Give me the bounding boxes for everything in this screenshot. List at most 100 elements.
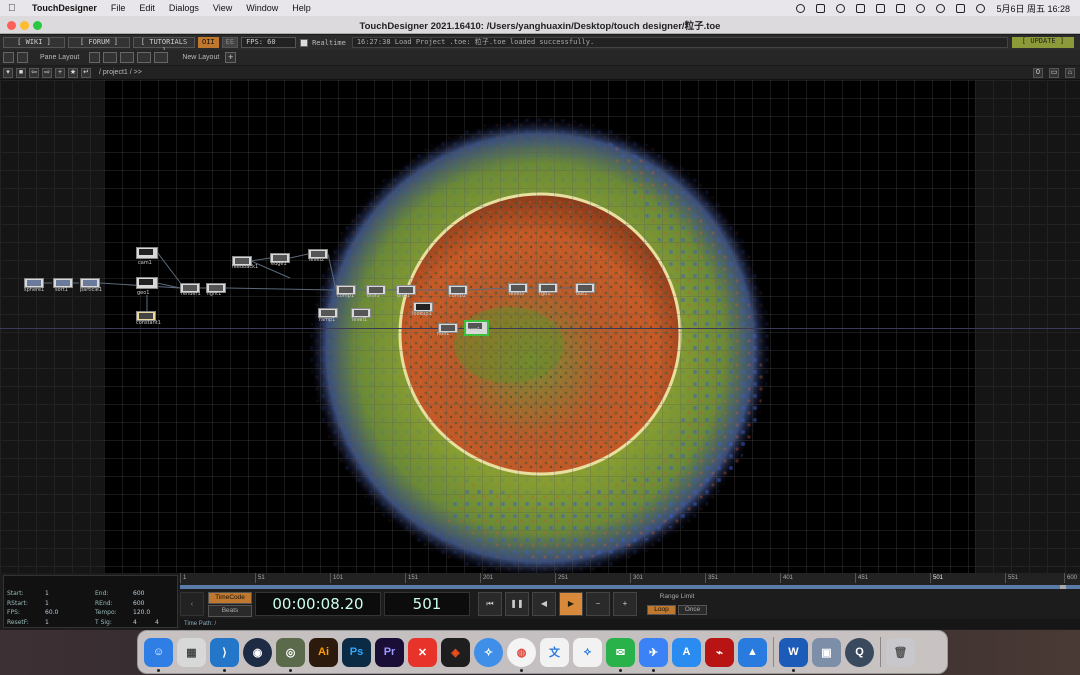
layout-split-icon[interactable] xyxy=(103,52,118,63)
spotlight-search-icon[interactable] xyxy=(936,3,946,13)
beats-mode-button[interactable]: Beats xyxy=(208,604,252,617)
control-center-icon[interactable] xyxy=(956,3,966,13)
ee-toggle[interactable]: EE xyxy=(221,37,239,48)
feishu-status-icon[interactable] xyxy=(816,3,826,13)
fps-info-value[interactable]: 60.0 xyxy=(45,609,65,617)
dock-photoshop-icon[interactable]: Ps xyxy=(342,637,371,667)
menu-window[interactable]: Window xyxy=(246,3,278,13)
clock[interactable]: 5月6日 周五 16:28 xyxy=(996,2,1070,15)
resetf-value[interactable]: 1 xyxy=(45,619,65,627)
layout-triple-icon[interactable] xyxy=(137,52,152,63)
new-layout-label[interactable]: New Layout xyxy=(182,54,219,61)
pane-image-icon[interactable] xyxy=(3,52,14,63)
rend-value[interactable]: 600 xyxy=(133,600,153,608)
pane-options-icon[interactable]: ▭ xyxy=(1049,68,1059,78)
layout-single-icon[interactable] xyxy=(89,52,101,63)
close-window-button[interactable] xyxy=(7,21,16,30)
dock-feishu-icon[interactable]: ✈ xyxy=(639,637,668,672)
timecode-mode-button[interactable]: TimeCode xyxy=(208,591,252,604)
dock-vscode-icon[interactable]: ⟩ xyxy=(210,637,239,672)
step-back-icon[interactable]: − xyxy=(586,592,610,616)
end-value[interactable]: 600 xyxy=(133,590,153,598)
dock-baidu-netdisk-icon[interactable]: ⟡ xyxy=(573,637,602,667)
menu-dialogs[interactable]: Dialogs xyxy=(169,3,199,13)
dock-lanhu-icon[interactable]: ▲ xyxy=(738,637,767,667)
bookmark-star-icon[interactable]: ★ xyxy=(68,67,78,78)
dock-safari-icon[interactable]: ✧ xyxy=(474,637,503,667)
timeline-ruler[interactable]: 1 51 101 151 201 251 301 351 401 451 501… xyxy=(180,573,1080,585)
once-button[interactable]: Once xyxy=(678,605,707,615)
pane-network-icon[interactable] xyxy=(17,52,28,63)
menu-app-name[interactable]: TouchDesigner xyxy=(32,3,97,13)
path-value-field[interactable]: 0 xyxy=(1033,68,1043,78)
menu-file[interactable]: File xyxy=(111,3,126,13)
apple-icon[interactable]:  xyxy=(8,3,22,14)
dropdown-arrow-icon[interactable]: ▾ xyxy=(3,67,13,78)
tutorials-button[interactable]: [ TUTORIALS ] xyxy=(133,37,195,55)
stop-icon[interactable]: ■ xyxy=(16,67,26,78)
tsig-value-b[interactable]: 4 xyxy=(155,619,175,627)
dock-trash-icon[interactable]: 🗑 xyxy=(886,637,915,667)
dock-launchpad-icon[interactable]: ▦ xyxy=(177,637,206,667)
menu-view[interactable]: View xyxy=(213,3,232,13)
menu-help[interactable]: Help xyxy=(292,3,311,13)
pause-icon[interactable]: ❚❚ xyxy=(505,592,529,616)
record-status-icon[interactable] xyxy=(836,3,846,13)
forward-arrow-icon[interactable]: ⇨ xyxy=(42,67,52,78)
dock-acrobat-icon[interactable]: ⌁ xyxy=(705,637,734,667)
dock-preview-icon[interactable]: ▣ xyxy=(812,637,841,667)
timeline-scrub-bar[interactable] xyxy=(180,585,1080,589)
frame-display[interactable]: 501 xyxy=(384,592,470,616)
start-value[interactable]: 1 xyxy=(45,590,65,598)
battery-icon[interactable] xyxy=(896,3,906,13)
oii-toggle[interactable]: OII xyxy=(198,37,219,48)
skip-to-start-icon[interactable]: ⏮ xyxy=(478,592,502,616)
dock-quicktime-icon[interactable]: Q xyxy=(845,637,874,667)
dock-chrome-icon[interactable]: ◍ xyxy=(507,637,536,672)
realtime-checkbox[interactable] xyxy=(300,38,309,47)
play-reverse-icon[interactable]: ◀ xyxy=(532,592,556,616)
network-editor[interactable]: sphere1 sort1 particle1 cam1 geo1 consta… xyxy=(0,80,1080,573)
zoom-window-button[interactable] xyxy=(33,21,42,30)
play-icon[interactable]: ▶ xyxy=(559,592,583,616)
loop-button[interactable]: Loop xyxy=(647,605,676,615)
dock-illustrator-icon[interactable]: Ai xyxy=(309,637,338,667)
home-icon[interactable]: ↵ xyxy=(81,67,91,78)
time-path[interactable]: Time Path: / xyxy=(180,619,1080,629)
tsig-value-a[interactable]: 4 xyxy=(133,619,147,627)
rstart-value[interactable]: 1 xyxy=(45,600,65,608)
fps-field[interactable]: FPS: 60 xyxy=(241,37,297,48)
wechat-status-icon[interactable] xyxy=(796,3,806,13)
add-icon[interactable]: + xyxy=(55,67,65,78)
network-path[interactable]: / project1 / >> xyxy=(99,69,142,76)
dock-finder-icon[interactable]: ☺ xyxy=(144,637,173,672)
range-end-handle[interactable] xyxy=(1060,585,1066,589)
operator-geo1[interactable] xyxy=(136,277,158,289)
back-arrow-icon[interactable]: ⇦ xyxy=(29,67,39,78)
dock-wechat-icon[interactable]: ✉ xyxy=(606,637,635,672)
tempo-value[interactable]: 120.0 xyxy=(133,609,153,617)
dock-touchdesigner-icon[interactable]: ◎ xyxy=(276,637,305,672)
timeline-expand-icon[interactable]: ‹ xyxy=(180,592,204,616)
step-forward-icon[interactable]: + xyxy=(613,592,637,616)
new-layout-plus-button[interactable]: + xyxy=(225,52,237,63)
minimize-window-button[interactable] xyxy=(20,21,29,30)
layout-quad-icon[interactable] xyxy=(154,52,169,63)
siri-icon[interactable] xyxy=(976,3,986,13)
dock-word-icon[interactable]: W xyxy=(779,637,808,672)
dock-app-store-icon[interactable]: A xyxy=(672,637,701,667)
dock-xmind-icon[interactable]: ✕ xyxy=(408,637,437,667)
input-method-icon[interactable] xyxy=(856,3,866,13)
timecode-display[interactable]: 00:00:08.20 xyxy=(255,592,381,616)
menu-edit[interactable]: Edit xyxy=(139,3,155,13)
wifi-icon[interactable] xyxy=(916,3,926,13)
dock-cinema4d-icon[interactable]: ◉ xyxy=(243,637,272,667)
dock-translator-icon[interactable]: 文 xyxy=(540,637,569,667)
dock-figma-icon[interactable]: ◈ xyxy=(441,637,470,667)
layout-hsplit-icon[interactable] xyxy=(120,52,135,63)
update-button[interactable]: [ UPDATE ] xyxy=(1012,37,1074,48)
dock-premiere-icon[interactable]: Pr xyxy=(375,637,404,667)
operator-cam1[interactable] xyxy=(136,247,158,259)
forum-button[interactable]: [ FORUM ] xyxy=(68,37,130,48)
wiki-button[interactable]: [ WIKI ] xyxy=(3,37,65,48)
